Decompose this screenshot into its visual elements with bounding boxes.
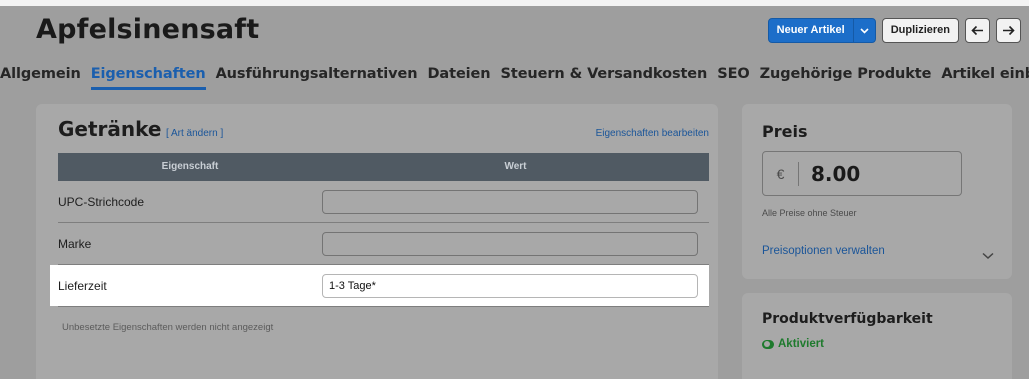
- availability-status[interactable]: Aktiviert: [762, 338, 824, 350]
- table-row: UPC-Strichcode: [58, 181, 709, 223]
- change-type-link[interactable]: [ Art ändern ]: [166, 128, 223, 139]
- top-strip: [0, 0, 1029, 6]
- delivery-time-input[interactable]: [322, 273, 698, 298]
- properties-table: Eigenschaft Wert UPC-Strichcode Marke Li…: [50, 153, 709, 307]
- table-header: Eigenschaft Wert: [58, 153, 709, 181]
- price-card: Preis € 8.00 Alle Preise ohne Steuer Pre…: [742, 104, 1012, 279]
- arrow-right-icon[interactable]: [996, 18, 1021, 43]
- properties-card: Getränke [ Art ändern ] Eigenschaften be…: [36, 104, 718, 379]
- availability-title: Produktverfügbarkeit: [762, 311, 933, 327]
- availability-status-label: Aktiviert: [778, 338, 825, 350]
- table-row: Lieferzeit: [50, 265, 709, 307]
- arrow-left-icon[interactable]: [965, 18, 990, 43]
- tab-allgemein[interactable]: Allgemein: [0, 66, 81, 90]
- tab-eigenschaften[interactable]: Eigenschaften: [90, 66, 206, 90]
- property-label-upc: UPC-Strichcode: [58, 194, 145, 209]
- tab-ausfuehrungsalternativen[interactable]: Ausführungsalternativen: [216, 66, 418, 90]
- table-row: Marke: [58, 223, 709, 265]
- tab-bar: Allgemein Eigenschaften Ausführungsalter…: [0, 66, 1029, 90]
- tab-steuern-versandkosten[interactable]: Steuern & Versandkosten: [501, 66, 708, 90]
- page-title: Apfelsinensaft: [36, 14, 260, 45]
- brand-input[interactable]: [322, 231, 698, 256]
- new-article-button[interactable]: Neuer Artikel: [767, 18, 876, 43]
- tab-dateien[interactable]: Dateien: [428, 66, 491, 90]
- price-title: Preis: [762, 122, 808, 141]
- column-header-value: Wert: [504, 161, 527, 172]
- header-actions: Neuer Artikel Duplizieren: [767, 18, 1021, 43]
- price-note: Alle Preise ohne Steuer: [762, 208, 857, 218]
- duplicate-button[interactable]: Duplizieren: [881, 18, 959, 43]
- properties-title: Getränke: [58, 117, 162, 141]
- upc-input[interactable]: [322, 189, 698, 214]
- price-options-link[interactable]: Preisoptionen verwalten: [762, 245, 885, 257]
- property-label-delivery-time: Lieferzeit: [58, 278, 107, 293]
- currency-symbol: €: [763, 161, 799, 186]
- property-label-brand: Marke: [58, 236, 92, 251]
- tab-artikel-einbinden[interactable]: Artikel einbinden: [941, 66, 1029, 90]
- edit-properties-link[interactable]: Eigenschaften bearbeiten: [596, 128, 709, 139]
- availability-card: Produktverfügbarkeit Aktiviert: [742, 293, 1012, 379]
- tab-zugehoerige-produkte[interactable]: Zugehörige Produkte: [760, 66, 932, 90]
- column-header-property: Eigenschaft: [161, 161, 219, 172]
- chevron-down-icon[interactable]: [982, 247, 994, 265]
- tab-seo[interactable]: SEO: [717, 66, 749, 90]
- price-value[interactable]: 8.00: [799, 162, 860, 186]
- new-article-label: Neuer Artikel: [776, 24, 845, 36]
- price-field[interactable]: € 8.00: [762, 151, 962, 196]
- toggle-on-icon: [762, 339, 774, 349]
- empty-properties-note: Unbesetzte Eigenschaften werden nicht an…: [62, 322, 274, 333]
- chevron-down-icon[interactable]: [852, 19, 875, 42]
